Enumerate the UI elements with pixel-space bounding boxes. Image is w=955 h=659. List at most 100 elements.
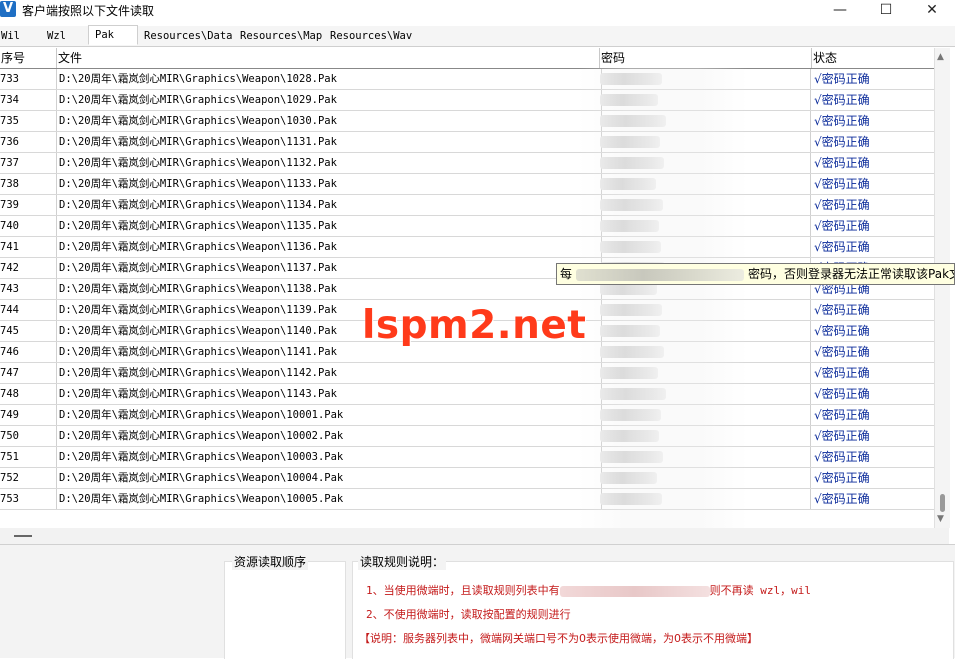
row-status: √密码正确 [814,345,870,359]
tab-wil[interactable]: Wil [1,27,41,45]
row-file-path: D:\20周年\霜岚剑心MIR\Graphics\Weapon\1136.Pak [57,237,602,257]
close-button[interactable]: ✕ [909,0,955,22]
row-password-redacted [600,237,811,257]
table-row[interactable]: 737 D:\20周年\霜岚剑心MIR\Graphics\Weapon\1132.… [0,153,934,174]
column-header-file[interactable]: 文件 [57,48,600,68]
table-row[interactable]: 735 D:\20周年\霜岚剑心MIR\Graphics\Weapon\1030.… [0,111,934,132]
row-index: 736 [0,132,57,152]
row-password-redacted [600,300,811,320]
row-file-path: D:\20周年\霜岚剑心MIR\Graphics\Weapon\1142.Pak [57,363,602,383]
row-status: √密码正确 [814,177,870,191]
row-index: 752 [0,468,57,488]
row-status: √密码正确 [814,240,870,254]
table-header: 序号 文件 密码 状态 [0,48,934,69]
rule-1-end: 则不再读 wzl，wil [709,584,811,597]
redacted-text [600,325,660,337]
column-header-index[interactable]: 序号 [0,48,57,68]
table-row[interactable]: 734 D:\20周年\霜岚剑心MIR\Graphics\Weapon\1029.… [0,90,934,111]
row-file-path: D:\20周年\霜岚剑心MIR\Graphics\Weapon\1030.Pak [57,111,602,131]
maximize-button[interactable]: ☐ [863,0,909,22]
row-index: 745 [0,321,57,341]
row-index: 741 [0,237,57,257]
row-status: √密码正确 [814,408,870,422]
row-password-redacted [600,447,811,467]
window-title: 客户端按照以下文件读取 [22,4,155,18]
redacted-text [600,472,657,484]
minimize-button[interactable]: — [817,0,863,22]
horizontal-scrollbar-thumb[interactable] [14,535,32,537]
scroll-down-arrow-icon[interactable]: ▼ [937,514,944,524]
row-file-path: D:\20周年\霜岚剑心MIR\Graphics\Weapon\1133.Pak [57,174,602,194]
row-status: √密码正确 [814,156,870,170]
row-file-path: D:\20周年\霜岚剑心MIR\Graphics\Weapon\10005.Pa… [57,489,602,509]
column-header-status[interactable]: 状态 [812,48,934,68]
row-status: √密码正确 [814,114,870,128]
row-file-path: D:\20周年\霜岚剑心MIR\Graphics\Weapon\1138.Pak [57,279,602,299]
tab-wzl[interactable]: Wzl [47,27,87,45]
file-table[interactable]: 序号 文件 密码 状态 733 D:\20周年\霜岚剑心MIR\Graphics\… [0,48,934,528]
row-password-redacted [600,468,811,488]
row-password-redacted [600,363,811,383]
row-file-path: D:\20周年\霜岚剑心MIR\Graphics\Weapon\1143.Pak [57,384,602,404]
tab-resources-data[interactable]: Resources\Data [144,27,236,45]
redacted-text [576,268,745,281]
column-header-password[interactable]: 密码 [600,48,812,68]
row-index: 742 [0,258,57,278]
redacted-text [600,409,661,421]
redacted-text [600,451,663,463]
table-row[interactable]: 747 D:\20周年\霜岚剑心MIR\Graphics\Weapon\1142.… [0,363,934,384]
redacted-text [600,304,662,316]
tab-resources-wav[interactable]: Resources\Wav [330,27,416,45]
table-row[interactable]: 749 D:\20周年\霜岚剑心MIR\Graphics\Weapon\10001… [0,405,934,426]
tab-resources-map[interactable]: Resources\Map [240,27,326,45]
bottom-panel: 资源读取顺序 读取规则说明： 1、当使用微端时，且读取规则列表中有 则不再读 wz… [0,544,955,659]
table-row[interactable]: 736 D:\20周年\霜岚剑心MIR\Graphics\Weapon\1131.… [0,132,934,153]
table-row[interactable]: 752 D:\20周年\霜岚剑心MIR\Graphics\Weapon\10004… [0,468,934,489]
vertical-scrollbar[interactable]: ▲ ▼ [934,48,950,528]
redacted-text [559,585,710,597]
row-file-path: D:\20周年\霜岚剑心MIR\Graphics\Weapon\1029.Pak [57,90,602,110]
row-password-redacted [600,489,811,509]
rule-1-start: 1、当使用微端时，且读取规则列表中有 [366,584,560,597]
redacted-text [600,493,662,505]
rules-title: 读取规则说明： [358,553,447,570]
row-file-path: D:\20周年\霜岚剑心MIR\Graphics\Weapon\10003.Pa… [57,447,602,467]
row-password-redacted [600,174,811,194]
row-status: √密码正确 [814,219,870,233]
table-row[interactable]: 741 D:\20周年\霜岚剑心MIR\Graphics\Weapon\1136.… [0,237,934,258]
horizontal-scrollbar[interactable] [0,528,949,544]
row-index: 738 [0,174,57,194]
row-index: 735 [0,111,57,131]
tooltip: 每 密码，否则登录器无法正常读取该Pak文 [556,263,955,285]
table-row[interactable]: 740 D:\20周年\霜岚剑心MIR\Graphics\Weapon\1135.… [0,216,934,237]
scroll-up-arrow-icon[interactable]: ▲ [937,52,944,62]
scrollbar-thumb[interactable] [940,494,945,512]
table-row[interactable]: 753 D:\20周年\霜岚剑心MIR\Graphics\Weapon\10005… [0,489,934,510]
table-row[interactable]: 748 D:\20周年\霜岚剑心MIR\Graphics\Weapon\1143.… [0,384,934,405]
row-index: 734 [0,90,57,110]
row-file-path: D:\20周年\霜岚剑心MIR\Graphics\Weapon\1132.Pak [57,153,602,173]
rule-2: 2、不使用微端时，读取按配置的规则进行 [366,608,571,621]
row-index: 739 [0,195,57,215]
redacted-text [600,388,666,400]
title-bar: V 客户端按照以下文件读取 — ☐ ✕ [0,0,955,26]
row-index: 753 [0,489,57,509]
row-index: 749 [0,405,57,425]
row-password-redacted [600,153,811,173]
row-file-path: D:\20周年\霜岚剑心MIR\Graphics\Weapon\1134.Pak [57,195,602,215]
table-row[interactable]: 733 D:\20周年\霜岚剑心MIR\Graphics\Weapon\1028.… [0,69,934,90]
table-row[interactable]: 738 D:\20周年\霜岚剑心MIR\Graphics\Weapon\1133.… [0,174,934,195]
rule-note: 【说明：服务器列表中，微端网关端口号不为0表示使用微端，为0表示不用微端】 [359,632,758,645]
row-file-path: D:\20周年\霜岚剑心MIR\Graphics\Weapon\1028.Pak [57,69,602,89]
table-row[interactable]: 739 D:\20周年\霜岚剑心MIR\Graphics\Weapon\1134.… [0,195,934,216]
tab-pak[interactable]: Pak [88,25,138,45]
row-index: 733 [0,69,57,89]
table-row[interactable]: 751 D:\20周年\霜岚剑心MIR\Graphics\Weapon\10003… [0,447,934,468]
row-password-redacted [600,321,811,341]
row-file-path: D:\20周年\霜岚剑心MIR\Graphics\Weapon\10001.Pa… [57,405,602,425]
table-row[interactable]: 750 D:\20周年\霜岚剑心MIR\Graphics\Weapon\10002… [0,426,934,447]
resource-order-list[interactable] [224,561,346,659]
row-password-redacted [600,69,811,89]
tooltip-suffix: 密码，否则登录器无法正常读取该Pak文 [748,267,955,281]
row-status: √密码正确 [814,492,870,506]
